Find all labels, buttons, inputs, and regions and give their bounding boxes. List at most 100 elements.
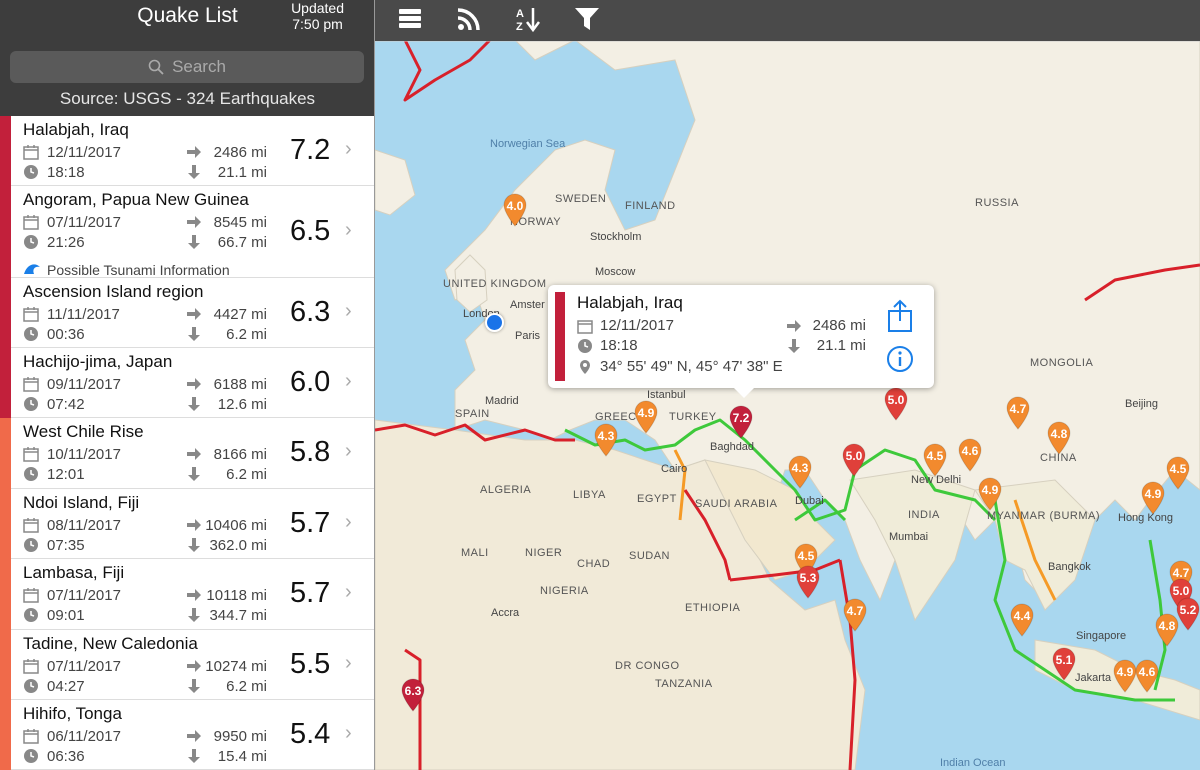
earthquake-pin[interactable]: 4.9 [633, 400, 659, 434]
earthquake-pin[interactable]: 5.3 [795, 565, 821, 599]
earthquake-pin[interactable]: 5.0 [883, 387, 909, 421]
svg-text:A: A [516, 8, 524, 20]
earthquake-pin[interactable]: 4.5 [1165, 456, 1191, 490]
earthquake-pin[interactable]: 4.9 [977, 477, 1003, 511]
magnitude-color-bar [0, 278, 11, 348]
earthquake-pin[interactable]: 6.3 [400, 678, 426, 712]
earthquake-pin[interactable]: 4.4 [1009, 603, 1035, 637]
quake-row-hachijo-jima-japan[interactable]: Hachijo-jima, Japan 09/11/2017 07:42 618… [0, 348, 374, 418]
earthquake-pin[interactable]: 5.1 [1051, 647, 1077, 681]
callout-date: 12/11/2017 [600, 317, 674, 334]
menu-icon[interactable] [396, 4, 426, 34]
quake-distance: 10118 mi [206, 587, 267, 604]
quake-row-ascension-island-region[interactable]: Ascension Island region 11/11/2017 00:36… [0, 278, 374, 348]
pin-magnitude: 4.8 [1158, 619, 1176, 633]
clock-icon [23, 748, 39, 764]
updated-label: Updated [291, 0, 344, 16]
map-label-accra: Accra [491, 607, 520, 619]
quake-depth: 362.0 mi [209, 537, 267, 554]
quake-callout[interactable]: Halabjah, Iraq 12/11/2017 18:18 34° 55' … [548, 285, 934, 388]
earthquake-pin[interactable]: 4.3 [593, 423, 619, 457]
tsunami-note[interactable]: Possible Tsunami Information [47, 262, 230, 278]
earthquake-pin[interactable]: 5.0 [841, 443, 867, 477]
earthquake-pin[interactable]: 4.8 [1154, 613, 1180, 647]
clock-icon [23, 537, 39, 553]
map-label-finland: FINLAND [625, 200, 676, 212]
map-label-united-kingdom: UNITED KINGDOM [443, 278, 547, 290]
earthquake-pin[interactable]: 4.7 [1005, 396, 1031, 430]
chevron-right-icon: › [345, 300, 352, 322]
pin-magnitude: 4.5 [1169, 462, 1187, 476]
earthquake-pin[interactable]: 4.7 [842, 598, 868, 632]
map-label-moscow: Moscow [595, 266, 636, 278]
distance-arrow-icon [186, 517, 202, 533]
quake-date: 10/11/2017 [47, 446, 121, 463]
calendar-icon [23, 446, 39, 462]
quake-place: Halabjah, Iraq [23, 120, 129, 139]
quake-date: 06/11/2017 [47, 728, 121, 745]
quake-row-west-chile-rise[interactable]: West Chile Rise 10/11/2017 12:01 8166 mi… [0, 418, 374, 489]
distance-arrow-icon [186, 587, 202, 603]
quake-row-halabjah-iraq[interactable]: Halabjah, Iraq 12/11/2017 18:18 2486 mi … [0, 116, 374, 186]
quake-magnitude: 5.5 [290, 648, 331, 680]
search-input[interactable]: Search [10, 51, 364, 83]
search-icon [148, 59, 164, 75]
quake-time: 00:36 [47, 326, 85, 343]
earthquake-pin[interactable]: 4.8 [1046, 421, 1072, 455]
location-pin-icon [580, 360, 590, 374]
magnitude-color-bar [555, 292, 565, 381]
earthquake-pin[interactable]: 4.5 [922, 443, 948, 477]
map-label-stockholm: Stockholm [590, 231, 642, 243]
clock-icon [578, 339, 592, 353]
earthquake-pin[interactable]: 4.9 [1140, 481, 1166, 515]
distance-arrow-icon [186, 376, 202, 392]
map-label-turkey: TURKEY [669, 411, 717, 423]
earthquake-pin[interactable]: 4.3 [787, 455, 813, 489]
info-icon[interactable] [886, 345, 914, 373]
clock-icon [23, 164, 39, 180]
quake-magnitude: 5.4 [290, 718, 331, 750]
quake-date: 07/11/2017 [47, 214, 121, 231]
quake-distance: 2486 mi [213, 144, 267, 161]
pin-magnitude: 4.0 [506, 199, 524, 213]
distance-arrow-icon [186, 214, 202, 230]
earthquake-pin[interactable]: 4.6 [1134, 659, 1160, 693]
callout-coordinates: 34° 55' 49" N, 45° 47' 38" E [600, 358, 783, 375]
quake-row-hihifo-tonga[interactable]: Hihifo, Tonga 06/11/2017 06:36 9950 mi 1… [0, 700, 374, 770]
map-label-singapore: Singapore [1076, 630, 1127, 642]
map-label-paris: Paris [515, 330, 541, 342]
depth-arrow-icon [186, 748, 202, 764]
rss-feed-icon[interactable] [454, 4, 484, 34]
earthquake-pin[interactable]: 4.6 [957, 438, 983, 472]
quake-depth: 21.1 mi [217, 164, 267, 181]
quake-row-ndoi-island-fiji[interactable]: Ndoi Island, Fiji 08/11/2017 07:35 10406… [0, 489, 374, 559]
quake-distance: 6188 mi [213, 376, 267, 393]
quake-place: West Chile Rise [23, 422, 144, 441]
source-summary: Source: USGS - 324 Earthquakes [59, 89, 316, 108]
magnitude-color-bar [0, 630, 11, 700]
map-label-jakarta: Jakarta [1075, 672, 1112, 684]
quake-place: Ndoi Island, Fiji [23, 493, 140, 512]
quake-depth: 6.2 mi [226, 678, 267, 695]
map-label-indian-ocean: Indian Ocean [940, 757, 1006, 769]
share-icon[interactable] [886, 299, 914, 333]
calendar-icon [23, 144, 39, 160]
quake-time: 04:27 [47, 678, 85, 695]
clock-icon [23, 326, 39, 342]
magnitude-color-bar [0, 348, 11, 418]
quake-row-lambasa-fiji[interactable]: Lambasa, Fiji 07/11/2017 09:01 10118 mi … [0, 559, 374, 630]
earthquake-pin[interactable]: 4.0 [502, 193, 528, 227]
pin-magnitude: 4.3 [791, 461, 809, 475]
earthquake-pin[interactable]: 7.2 [728, 405, 754, 439]
quake-row-tadine-new-caledonia[interactable]: Tadine, New Caledonia 07/11/2017 04:27 1… [0, 630, 374, 700]
pin-magnitude: 5.0 [1172, 584, 1190, 598]
map-label-sweden: SWEDEN [555, 193, 607, 205]
filter-icon[interactable] [572, 4, 602, 34]
sort-az-icon[interactable]: AZ [513, 4, 543, 34]
search-placeholder: Search [172, 57, 226, 76]
quake-row-angoram-papua-new-guinea[interactable]: Angoram, Papua New Guinea 07/11/2017 21:… [0, 186, 374, 278]
pin-magnitude: 6.3 [404, 684, 422, 698]
quake-magnitude: 6.5 [290, 215, 331, 247]
map-label-algeria: ALGERIA [480, 484, 532, 496]
pin-magnitude: 5.3 [799, 571, 817, 585]
